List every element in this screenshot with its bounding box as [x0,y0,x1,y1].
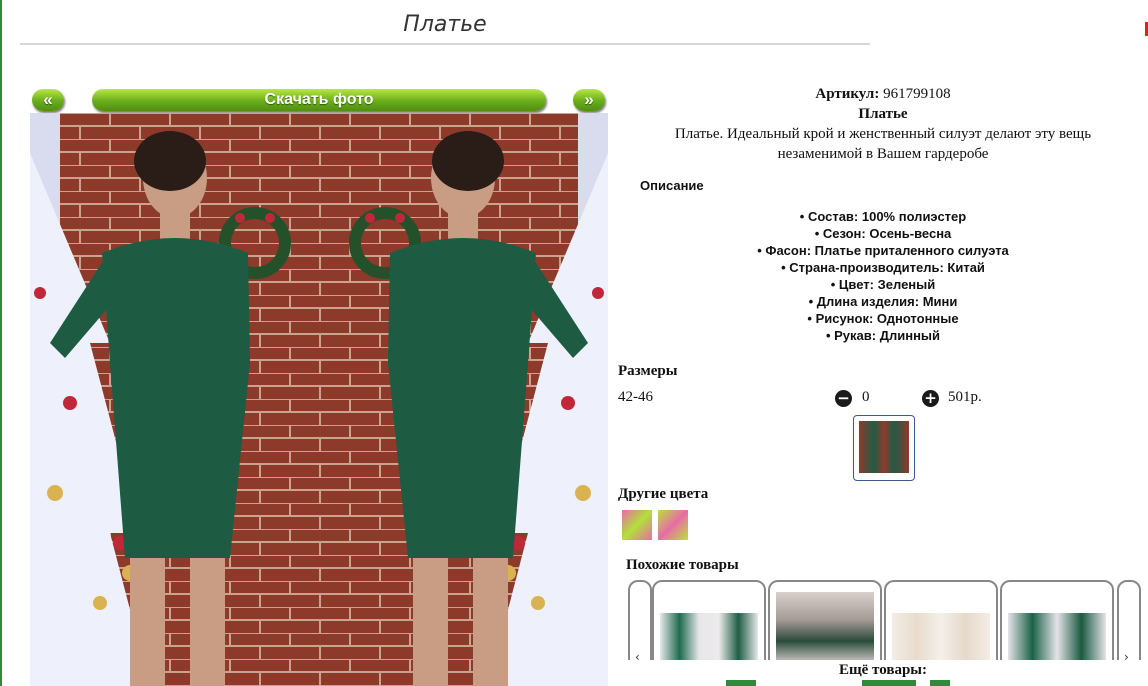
more-link[interactable] [726,680,756,686]
other-colors-heading: Другие цвета [618,486,709,502]
product-name: Платье [858,106,908,122]
spec-item: Длина изделия: Мини [618,293,1148,310]
spec-item: Фасон: Платье приталенного силуэта [618,242,1148,259]
title-divider [20,43,870,45]
more-products-label: Ещё товары: [838,662,928,678]
sku-value: 961799108 [883,86,951,102]
product-thumbnail [660,613,758,660]
similar-product-card[interactable] [884,580,998,660]
more-link[interactable] [930,680,950,686]
product-info: Артикул: 961799108 Платье Платье. Идеаль… [618,84,1148,164]
size-label: 42-46 [618,389,653,405]
download-photo-button[interactable]: Скачать фото [92,89,546,111]
carousel-prev-button[interactable]: ‹ [628,580,652,660]
quantity-value: 0 [862,389,870,405]
similar-products-heading: Похожие товары [626,557,739,573]
product-thumbnail [892,613,990,660]
more-products-links[interactable] [726,680,1126,686]
color-swatch[interactable] [658,510,688,540]
plus-circle-icon[interactable]: + [922,390,939,407]
sizes-heading: Размеры [618,363,678,379]
sku-label: Артикул: [815,86,880,102]
size-photo-thumbnail[interactable] [853,415,915,481]
spec-item: Рукав: Длинный [618,327,1148,344]
similar-product-card[interactable] [768,580,882,660]
page-title: Платье [403,12,487,37]
carousel-next-button[interactable]: › [1117,580,1141,660]
next-photo-button[interactable]: » [573,89,605,111]
product-photo [30,113,608,686]
spec-item: Сезон: Осень-весна [618,225,1148,242]
spec-item: Цвет: Зеленый [618,276,1148,293]
spec-list: Состав: 100% полиэстер Сезон: Осень-весн… [618,208,1148,344]
spec-item: Состав: 100% полиэстер [618,208,1148,225]
prev-photo-button[interactable]: « [32,89,64,111]
price-value: 501р. [948,389,982,405]
similar-product-card[interactable] [652,580,766,660]
size-row: 42-46 − 0 + 501р. [618,389,1138,409]
chevron-right-icon: › [1124,650,1129,660]
product-thumbnail [776,592,874,660]
chevron-left-icon: ‹ [635,650,640,660]
thumbnail-image [859,421,909,473]
more-link[interactable] [862,680,916,686]
sku-line: Артикул: 961799108 [618,84,1148,104]
similar-product-card[interactable] [1000,580,1114,660]
color-swatch[interactable] [622,510,652,540]
spec-item: Рисунок: Однотонные [618,310,1148,327]
product-thumbnail [1008,613,1106,660]
similar-products-carousel: ‹ › [628,580,1148,660]
left-page-border [0,0,2,686]
description-heading: Описание [640,178,704,193]
spec-item: Страна-производитель: Китай [618,259,1148,276]
product-description: Платье. Идеальный крой и женственный сил… [674,126,1092,162]
minus-circle-icon[interactable]: − [835,390,852,407]
